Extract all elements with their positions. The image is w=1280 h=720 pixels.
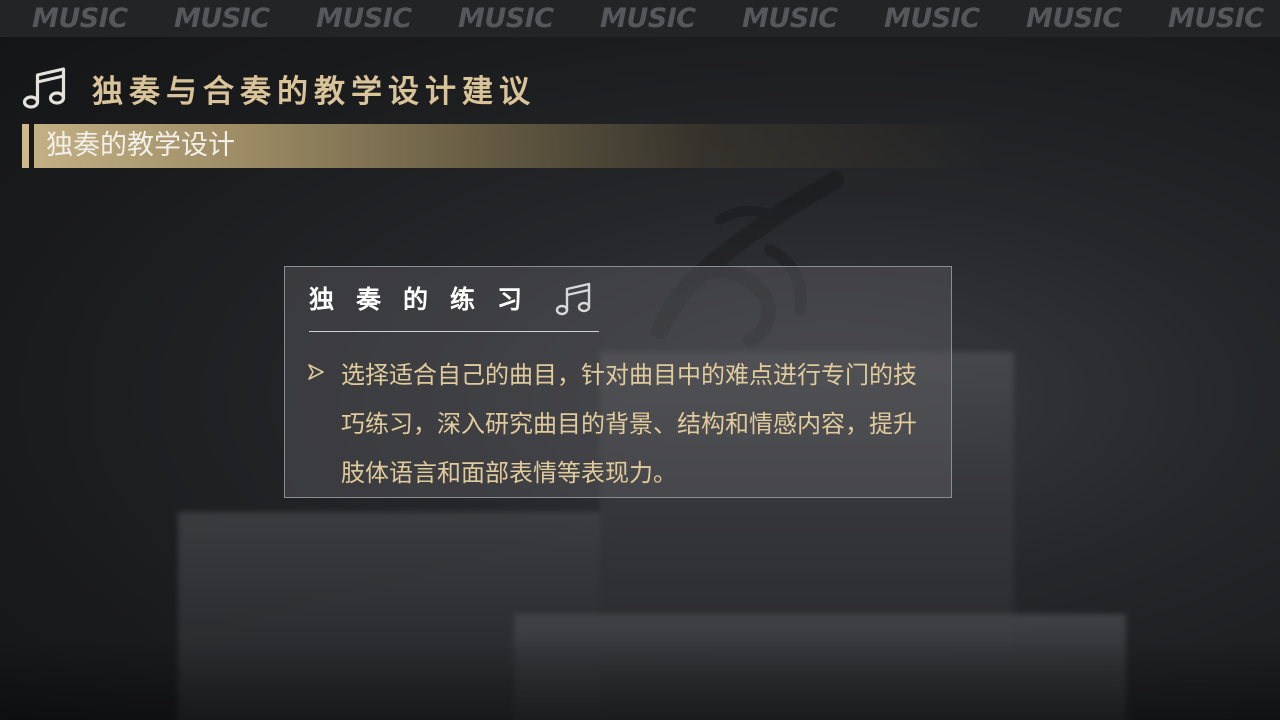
strip-word: MUSIC [1026,3,1122,34]
card-title: 独奏的练习 [309,285,545,314]
content-card: 独奏的练习 选择适合自己的曲目，针对曲目中的难点进行专门的技巧练习，深入研究曲目… [284,266,952,498]
strip-word: MUSIC [458,3,554,34]
music-note-icon [555,282,591,316]
arrow-bullet-icon [308,364,324,380]
section-bar-accent [22,124,29,168]
music-note-icon [22,67,66,109]
strip-word: MUSIC [600,3,696,34]
strip-word: MUSIC [742,3,838,34]
top-music-strip: MUSIC MUSIC MUSIC MUSIC MUSIC MUSIC MUSI… [0,0,1280,37]
strip-word: MUSIC [174,3,270,34]
background-floor-shade [0,640,1280,720]
strip-word: MUSIC [1168,3,1264,34]
strip-word: MUSIC [32,3,128,34]
card-body-text: 选择适合自己的曲目，针对曲目中的难点进行专门的技巧练习，深入研究曲目的背景、结构… [341,361,917,487]
strip-word: MUSIC [316,3,412,34]
card-title-underline [309,331,599,332]
page-title: 独奏与合奏的教学设计建议 [92,74,536,110]
section-title: 独奏的教学设计 [46,130,235,161]
strip-word: MUSIC [884,3,980,34]
